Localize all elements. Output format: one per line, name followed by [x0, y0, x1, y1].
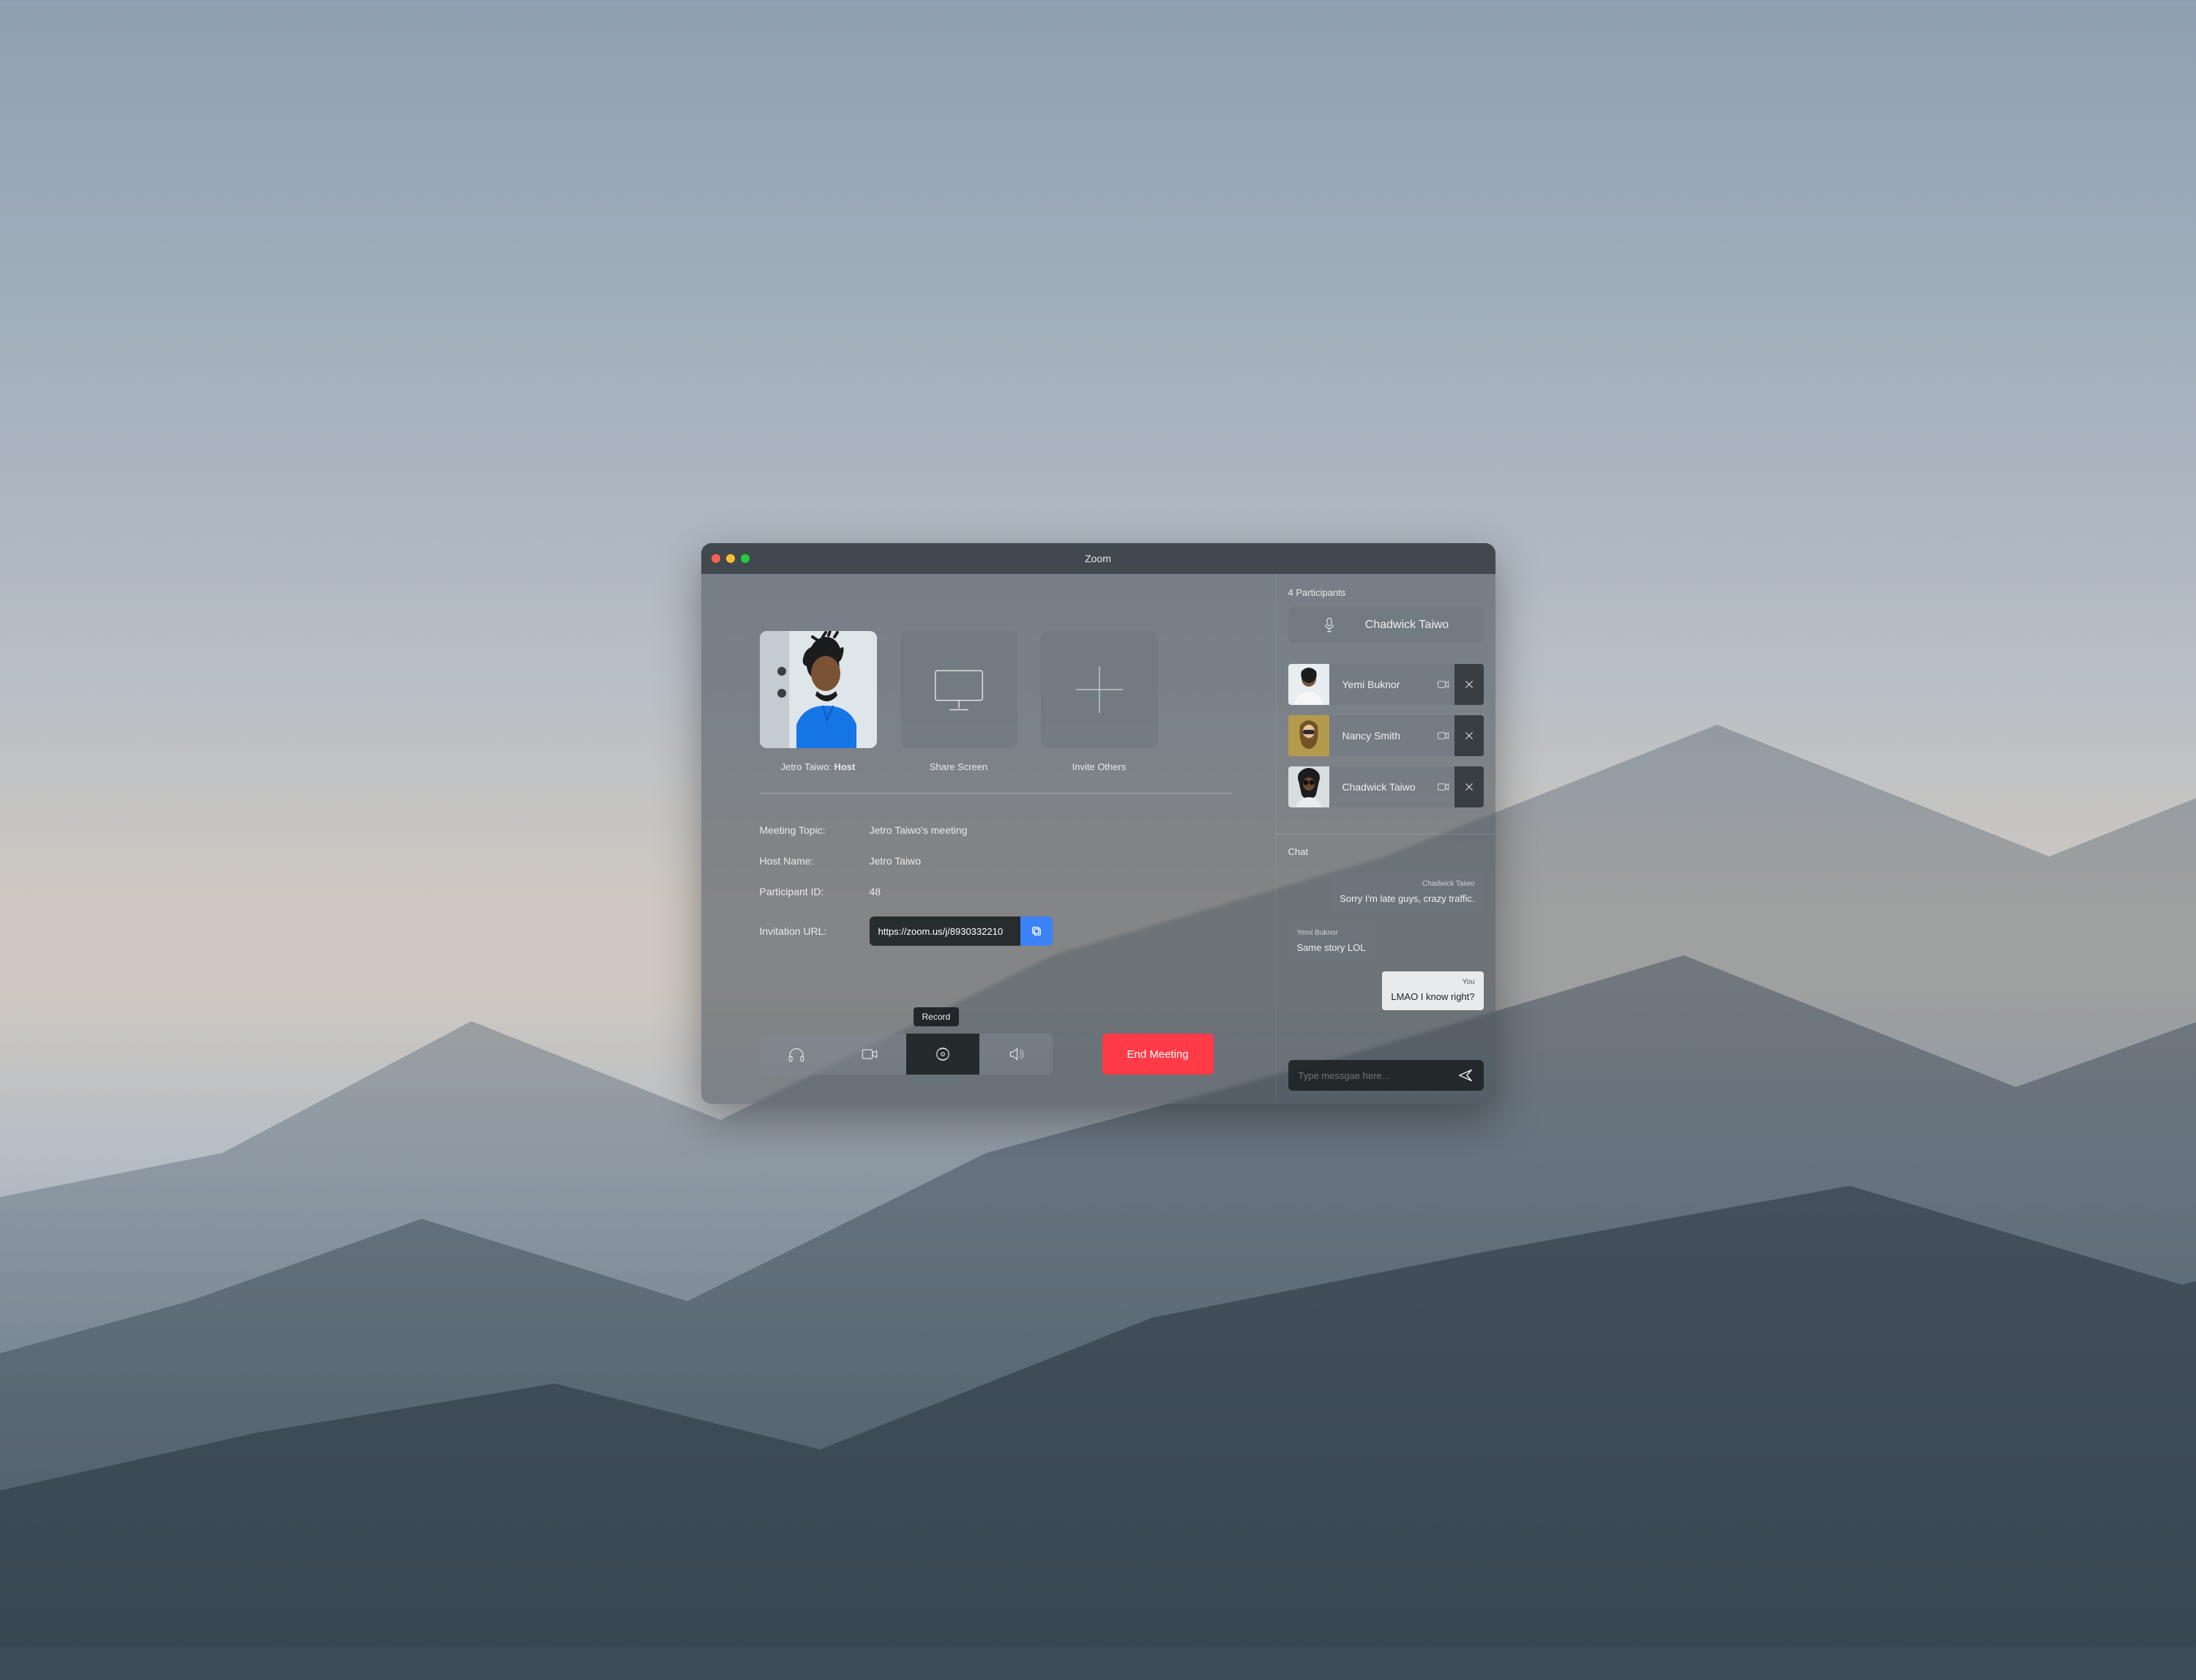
participant-name: Yemi Buknor — [1329, 679, 1433, 690]
meeting-topic-value: Jetro Taiwo's meeting — [870, 824, 1232, 836]
self-video-tile: Jetro Taiwo: Host — [760, 631, 877, 772]
chat-message: You LMAO I know right? — [1382, 971, 1483, 1010]
minimize-window-button[interactable] — [726, 554, 735, 563]
chat-sender: You — [1391, 977, 1474, 988]
participant-row: Nancy Smith — [1288, 715, 1484, 756]
share-screen-label: Share Screen — [930, 761, 988, 772]
active-speaker-name: Chadwick Taiwo — [1365, 619, 1449, 632]
audio-button[interactable] — [760, 1034, 833, 1075]
participant-name: Chadwick Taiwo — [1329, 781, 1433, 793]
record-tooltip: Record — [914, 1007, 960, 1026]
video-camera-icon — [1436, 728, 1451, 743]
self-role: Host — [834, 761, 855, 772]
host-name-value: Jetro Taiwo — [870, 855, 1232, 867]
share-screen-button[interactable] — [900, 631, 1017, 748]
remove-participant-button[interactable] — [1454, 766, 1484, 807]
copy-icon — [1030, 925, 1043, 938]
participant-name: Nancy Smith — [1329, 730, 1433, 742]
chat-input[interactable] — [1299, 1070, 1457, 1081]
video-camera-icon — [859, 1043, 881, 1065]
chat-text: LMAO I know right? — [1391, 991, 1474, 1002]
self-name: Jetro Taiwo: — [781, 761, 832, 772]
microphone-icon — [1323, 617, 1336, 633]
close-icon — [1463, 679, 1475, 690]
participant-id-label: Participant ID: — [760, 886, 870, 897]
monitor-icon — [925, 656, 993, 723]
side-panel: 4 Participants Chadwick Taiwo Yem — [1276, 574, 1495, 1104]
participant-camera-button[interactable] — [1433, 677, 1454, 692]
participant-avatar — [1288, 766, 1329, 807]
participant-avatar — [1288, 715, 1329, 756]
maximize-window-button[interactable] — [741, 554, 750, 563]
window-title: Zoom — [701, 553, 1495, 564]
chat-message: Yemi Buknor Same story LOL — [1288, 922, 1375, 961]
plus-icon — [1063, 653, 1136, 726]
invite-others-tile: Invite Others — [1041, 631, 1158, 772]
chat-text: Same story LOL — [1297, 942, 1366, 953]
self-video-thumbnail[interactable] — [760, 631, 877, 748]
invitation-url-label: Invitation URL: — [760, 925, 870, 937]
send-button[interactable] — [1457, 1067, 1474, 1083]
traffic-lights — [712, 554, 750, 563]
panel-divider — [1277, 834, 1495, 835]
participant-camera-button[interactable] — [1433, 728, 1454, 743]
tile-row: Jetro Taiwo: Host Share Screen — [760, 631, 1232, 772]
record-button[interactable] — [906, 1034, 979, 1075]
invitation-url-row: https://zoom.us/j/8930332210 — [870, 916, 1053, 946]
main-pane: Jetro Taiwo: Host Share Screen — [701, 574, 1276, 1104]
main-divider — [760, 793, 1232, 794]
video-camera-icon — [1436, 677, 1451, 692]
meeting-info: Meeting Topic: Jetro Taiwo's meeting Hos… — [760, 824, 1232, 946]
chat-title: Chat — [1288, 846, 1484, 857]
participant-row: Chadwick Taiwo — [1288, 766, 1484, 807]
participant-row: Yemi Buknor — [1288, 664, 1484, 705]
record-disc-icon — [932, 1043, 954, 1065]
close-window-button[interactable] — [712, 554, 720, 563]
meeting-topic-label: Meeting Topic: — [760, 824, 870, 836]
video-button[interactable] — [833, 1034, 906, 1075]
invite-others-label: Invite Others — [1072, 761, 1127, 772]
send-icon — [1457, 1067, 1474, 1083]
chat-sender: Yemi Buknor — [1297, 928, 1366, 938]
chat-sender: Chadwick Taiwo — [1340, 879, 1474, 889]
end-meeting-button[interactable]: End Meeting — [1102, 1034, 1214, 1075]
headphones-icon — [785, 1043, 807, 1065]
titlebar[interactable]: Zoom — [701, 543, 1495, 574]
share-screen-tile: Share Screen — [900, 631, 1017, 772]
close-icon — [1463, 781, 1475, 793]
chat-input-row — [1288, 1060, 1484, 1091]
remove-participant-button[interactable] — [1454, 664, 1484, 705]
close-icon — [1463, 730, 1475, 742]
remove-participant-button[interactable] — [1454, 715, 1484, 756]
participants-count: 4 Participants — [1288, 587, 1484, 598]
participant-camera-button[interactable] — [1433, 780, 1454, 794]
active-speaker: Chadwick Taiwo — [1288, 607, 1484, 643]
invitation-url-field[interactable]: https://zoom.us/j/8930332210 — [870, 916, 1020, 946]
bottom-row: Record — [760, 1004, 1232, 1075]
speaker-icon — [1005, 1043, 1027, 1065]
self-video-label: Jetro Taiwo: Host — [781, 761, 856, 772]
invite-others-button[interactable] — [1041, 631, 1158, 748]
participant-avatar — [1288, 664, 1329, 705]
app-window: Zoom — [701, 543, 1495, 1104]
copy-url-button[interactable] — [1020, 916, 1053, 946]
chat-message: Chadwick Taiwo Sorry I'm late guys, craz… — [1331, 873, 1483, 912]
control-toolbar — [760, 1034, 1053, 1075]
participant-id-value: 48 — [870, 886, 1232, 897]
self-avatar — [760, 631, 877, 748]
speaker-button[interactable] — [979, 1034, 1053, 1075]
chat-text: Sorry I'm late guys, crazy traffic. — [1340, 893, 1474, 904]
host-name-label: Host Name: — [760, 855, 870, 867]
chat-messages: Chadwick Taiwo Sorry I'm late guys, craz… — [1288, 873, 1484, 1091]
video-camera-icon — [1436, 780, 1451, 794]
